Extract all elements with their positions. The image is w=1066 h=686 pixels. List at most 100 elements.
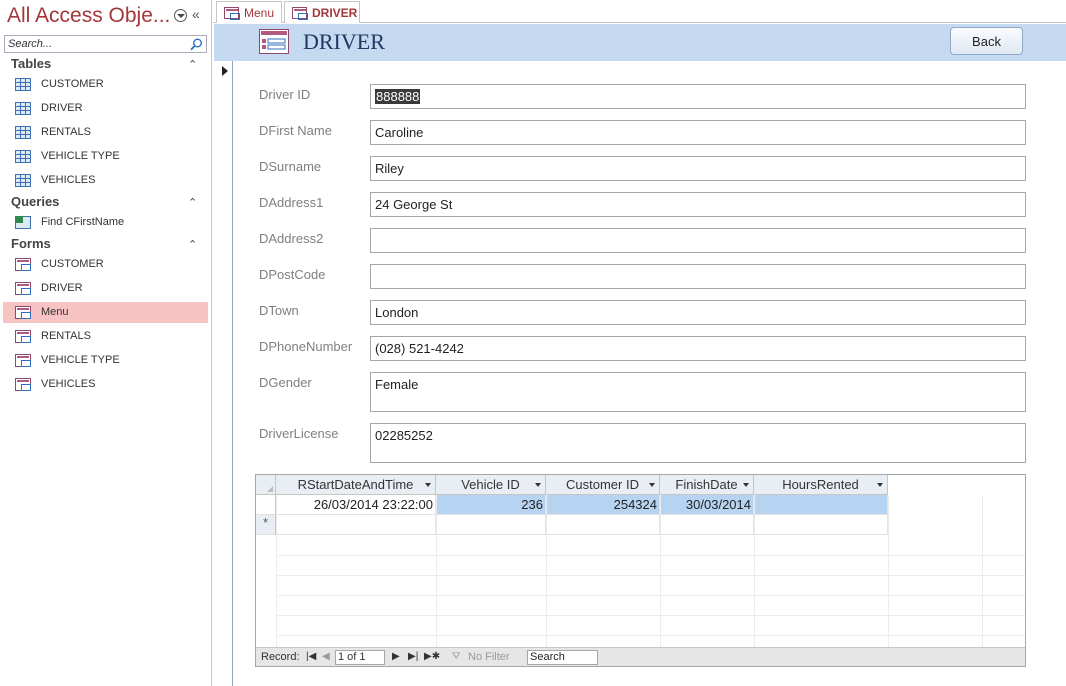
cell-new-finishdate[interactable] <box>660 515 754 535</box>
last-record-icon[interactable]: ▶| <box>408 651 418 662</box>
grid-line <box>660 495 661 647</box>
table-icon <box>15 150 31 163</box>
nav-item-vehicles-table[interactable]: VEHICLES <box>3 170 208 191</box>
previous-record-icon[interactable]: ◀ <box>322 651 330 662</box>
cell-hoursrented[interactable] <box>754 495 888 515</box>
field-label-driverlicense: DriverLicense <box>259 426 339 441</box>
nav-section-forms[interactable]: Forms <box>11 236 51 251</box>
record-label: Record: <box>261 651 300 663</box>
no-filter-indicator[interactable]: No Filter <box>468 651 510 663</box>
back-button[interactable]: Back <box>950 27 1023 55</box>
nav-section-queries[interactable]: Queries <box>11 194 59 209</box>
column-header-rstartdateandtime[interactable]: RStartDateAndTime <box>276 475 436 495</box>
dropdown-arrow-icon[interactable] <box>877 483 883 487</box>
driverlicense-field[interactable]: 02285252 <box>370 423 1026 463</box>
chevron-down-icon[interactable] <box>174 9 187 22</box>
field-label-driver-id: Driver ID <box>259 87 311 102</box>
dropdown-arrow-icon[interactable] <box>425 483 431 487</box>
field-label-daddress1: DAddress1 <box>259 195 324 210</box>
chevron-up-icon[interactable]: ⌃ <box>188 196 197 209</box>
cell-finishdate[interactable]: 30/03/2014 <box>660 495 754 515</box>
chevron-up-icon[interactable]: ⌃ <box>188 58 197 71</box>
form-icon <box>15 330 31 343</box>
nav-pane-title[interactable]: All Access Obje... <box>7 4 170 28</box>
nav-item-vehicle-type-table[interactable]: VEHICLE TYPE <box>3 146 208 167</box>
nav-item-rentals-form[interactable]: RENTALS <box>3 326 208 347</box>
driver-id-field[interactable]: 888888 <box>370 84 1026 109</box>
nav-item-driver-table[interactable]: DRIVER <box>3 98 208 119</box>
cell-customer-id[interactable]: 254324 <box>546 495 660 515</box>
cell-new-vehicle-id[interactable] <box>436 515 546 535</box>
form-icon <box>15 354 31 367</box>
record-selector[interactable] <box>214 61 233 686</box>
cell-vehicle-id[interactable]: 236 <box>436 495 546 515</box>
first-record-icon[interactable]: |◀ <box>306 651 316 662</box>
new-record-icon[interactable]: ▶✱ <box>424 651 440 662</box>
collapse-pane-icon[interactable]: « <box>192 6 200 22</box>
tab-driver[interactable]: DRIVER <box>284 1 360 23</box>
dphonenumber-field[interactable]: (028) 521-4242 <box>370 336 1026 361</box>
column-header-customer-id[interactable]: Customer ID <box>546 475 660 495</box>
grid-line <box>436 495 437 647</box>
form-icon <box>15 282 31 295</box>
search-icon[interactable] <box>190 38 203 51</box>
query-icon <box>15 216 31 229</box>
grid-line <box>276 575 1025 576</box>
nav-item-customer-form[interactable]: CUSTOMER <box>3 254 208 275</box>
nav-item-driver-form[interactable]: DRIVER <box>3 278 208 299</box>
row-selector[interactable] <box>256 495 276 515</box>
new-record-marker[interactable]: * <box>256 515 276 535</box>
nav-search-box <box>4 35 207 53</box>
column-header-hoursrented[interactable]: HoursRented <box>754 475 888 495</box>
record-search-input[interactable]: Search <box>527 650 598 665</box>
dsurname-field[interactable]: Riley <box>370 156 1026 181</box>
next-record-icon[interactable]: ▶ <box>392 651 400 662</box>
field-label-dpostcode: DPostCode <box>259 267 326 282</box>
nav-section-tables[interactable]: Tables <box>11 56 51 71</box>
form-icon <box>15 306 31 319</box>
form-icon <box>15 378 31 391</box>
column-header-finishdate[interactable]: FinishDate <box>660 475 754 495</box>
form-icon <box>259 29 289 54</box>
dtown-field[interactable]: London <box>370 300 1026 325</box>
table-icon <box>15 78 31 91</box>
select-all-corner[interactable] <box>256 475 276 495</box>
daddress1-field[interactable]: 24 George St <box>370 192 1026 217</box>
navigation-pane: All Access Obje... « Tables ⌃ CUSTOMER D… <box>0 0 212 686</box>
field-label-dfirst-name: DFirst Name <box>259 123 332 138</box>
document-tab-bar: Menu DRIVER <box>213 0 1066 23</box>
dpostcode-field[interactable] <box>370 264 1026 289</box>
nav-item-menu-form[interactable]: Menu <box>3 302 208 323</box>
cell-new-rstartdateandtime[interactable] <box>276 515 436 535</box>
nav-item-find-cfirstname-query[interactable]: Find CFirstName <box>3 212 208 233</box>
nav-search-input[interactable] <box>5 36 189 52</box>
nav-item-rentals-table[interactable]: RENTALS <box>3 122 208 143</box>
cell-rstartdateandtime[interactable]: 26/03/2014 23:22:00 <box>276 495 436 515</box>
grid-line <box>276 495 277 647</box>
chevron-up-icon[interactable]: ⌃ <box>188 238 197 251</box>
cell-new-hoursrented[interactable] <box>754 515 888 535</box>
cell-new-customer-id[interactable] <box>546 515 660 535</box>
column-header-vehicle-id[interactable]: Vehicle ID <box>436 475 546 495</box>
dgender-field[interactable]: Female <box>370 372 1026 412</box>
dropdown-arrow-icon[interactable] <box>743 483 749 487</box>
field-value-selected: 888888 <box>375 89 421 104</box>
table-icon <box>15 102 31 115</box>
grid-line <box>276 615 1025 616</box>
dropdown-arrow-icon[interactable] <box>535 483 541 487</box>
dropdown-arrow-icon[interactable] <box>649 483 655 487</box>
field-label-dgender: DGender <box>259 375 312 390</box>
tab-menu[interactable]: Menu <box>216 1 282 23</box>
record-navigation-bar: Record: |◀ ◀ 1 of 1 ▶ ▶| ▶✱ ⛛ No Filter … <box>256 647 1025 666</box>
daddress2-field[interactable] <box>370 228 1026 253</box>
field-label-dphonenumber: DPhoneNumber <box>259 339 353 354</box>
dfirst-name-field[interactable]: Caroline <box>370 120 1026 145</box>
nav-item-vehicles-form[interactable]: VEHICLES <box>3 374 208 395</box>
form-header: DRIVER Back <box>214 24 1066 61</box>
form-icon <box>15 258 31 271</box>
nav-item-customer-table[interactable]: CUSTOMER <box>3 74 208 95</box>
grid-line <box>888 495 889 647</box>
grid-line <box>546 495 547 647</box>
nav-item-vehicle-type-form[interactable]: VEHICLE TYPE <box>3 350 208 371</box>
current-record-input[interactable]: 1 of 1 <box>335 650 385 665</box>
